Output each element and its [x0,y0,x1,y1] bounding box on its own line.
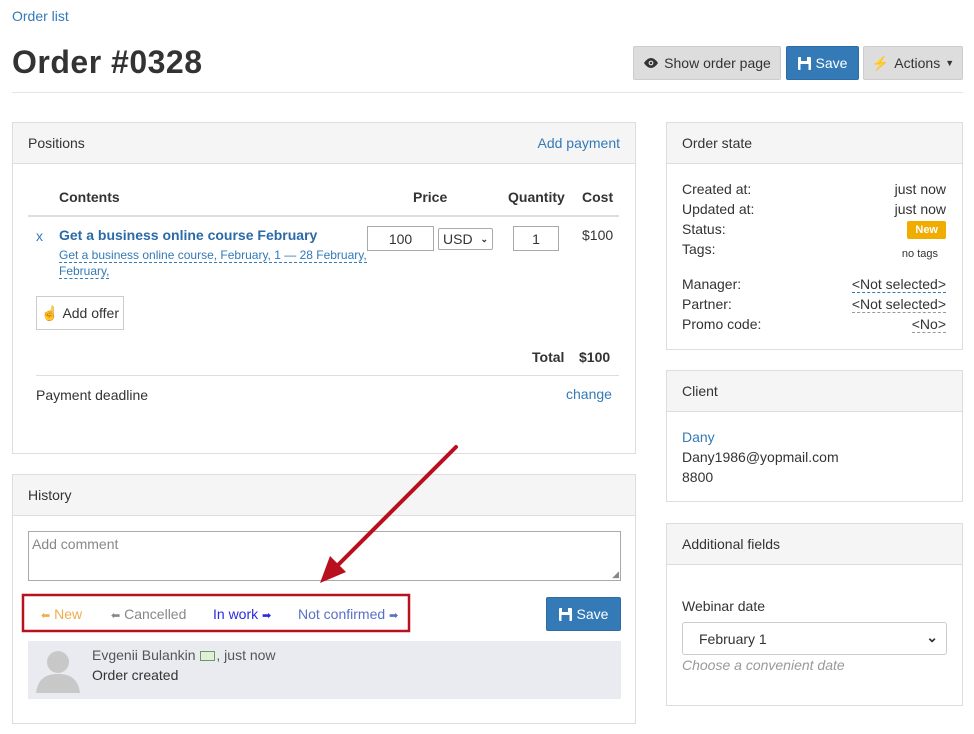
hand-pointer-icon: ☝ [41,304,59,321]
webinar-date-hint: Choose a convenient date [682,657,845,673]
change-deadline-link[interactable]: change [566,386,612,402]
arrow-left-icon: ⬅ [41,610,51,622]
item-description-line1: Get a business online course, February, … [59,248,367,263]
updated-value: just now [894,201,946,217]
status-label: Status: [682,221,726,237]
status-badge[interactable]: New [907,220,946,239]
bolt-icon: ⚡ [871,54,890,71]
payment-deadline-label: Payment deadline [36,387,149,403]
tags-label: Tags: [682,241,716,257]
history-title: History [28,487,72,503]
item-name-link[interactable]: Get a business online course February [59,227,317,243]
add-payment-link[interactable]: Add payment [538,135,621,151]
client-panel: Client Dany Dany1986@yopmail.com 8800 [666,370,963,502]
client-title: Client [682,383,718,399]
additional-fields-panel: Additional fields Webinar date February … [666,523,963,706]
updated-label: Updated at: [682,201,755,217]
partner-select-link[interactable]: <Not selected> [851,296,946,313]
add-offer-label: Add offer [62,305,119,321]
history-save-label: Save [576,606,609,622]
status-cancelled-label: Cancelled [124,606,187,622]
history-text: Order created [92,667,179,683]
client-email: Dany1986@yopmail.com [682,449,839,465]
remove-item-button[interactable]: x [36,228,43,244]
total-value: $100 [579,349,611,365]
column-cost: Cost [582,189,614,205]
item-cost: $100 [582,227,614,243]
tags-value[interactable]: no tags [902,248,938,260]
history-save-button[interactable]: Save [546,597,621,631]
promo-select-link[interactable]: <No> [911,316,946,333]
webinar-date-label: Webinar date [682,598,766,614]
table-header-divider [28,215,619,217]
history-entry: Evgenii Bulankin , just now Order create… [28,641,621,699]
show-order-page-label: Show order page [664,55,771,71]
chevron-down-icon: ⌄ [480,233,488,244]
status-badge-text: New [907,221,946,239]
webinar-date-select[interactable]: February 1 ⌄ [682,622,947,655]
show-order-page-button[interactable]: Show order page [633,46,781,80]
arrow-right-icon: ➡ [262,610,272,622]
status-not-confirmed-label: Not confirmed [298,606,386,622]
order-state-title: Order state [682,135,753,151]
money-icon [200,651,216,662]
quantity-input[interactable]: 1 [513,226,559,251]
manager-select-link[interactable]: <Not selected> [851,276,946,293]
comment-placeholder: Add comment [32,536,119,552]
chevron-down-icon: ⌄ [926,629,938,645]
history-time: , just now [216,647,276,663]
created-label: Created at: [682,181,752,197]
breadcrumb-order-list[interactable]: Order list [12,8,69,24]
order-state-panel: Order state Created at: just now Updated… [666,122,963,350]
manager-label: Manager: [682,276,742,292]
column-contents: Contents [59,189,120,205]
client-name-link[interactable]: Dany [682,429,715,445]
status-cancelled-link[interactable]: ⬅ Cancelled [111,606,186,622]
history-panel: History Add comment ◢ ⬅ New ⬅ Cancelled … [12,474,636,724]
column-quantity: Quantity [508,189,565,205]
floppy-icon [558,607,572,621]
page-title: Order #0328 [12,44,203,80]
positions-panel: Positions Add payment Contents Price Qua… [12,122,636,454]
resize-handle-icon[interactable]: ◢ [612,569,619,580]
status-in-work-label: In work [213,606,259,622]
eye-icon [644,58,659,68]
actions-label: Actions [894,55,941,71]
save-button[interactable]: Save [786,46,859,80]
created-value: just now [894,181,946,197]
total-label: Total [532,349,565,365]
currency-value: USD [443,231,473,247]
status-new-link[interactable]: ⬅ New [41,606,82,622]
save-label: Save [815,55,848,71]
history-author: Evgenii Bulankin [92,647,196,663]
price-input[interactable]: 100 [367,226,434,251]
floppy-icon [797,56,811,70]
partner-label: Partner: [682,296,732,312]
client-phone: 8800 [682,469,714,485]
caret-down-icon: ▼ [945,58,955,68]
avatar [36,651,80,693]
webinar-date-value: February 1 [699,630,767,647]
history-entry-header: Evgenii Bulankin , just now [92,647,276,663]
promo-label: Promo code: [682,316,762,332]
status-not-confirmed-link[interactable]: Not confirmed ➡ [298,606,398,622]
column-price: Price [413,189,448,205]
positions-title: Positions [28,135,85,151]
arrow-left-icon: ⬅ [111,610,121,622]
actions-dropdown[interactable]: ⚡ Actions ▼ [863,46,963,80]
total-divider [36,375,619,376]
header-divider [12,92,963,93]
status-new-label: New [54,606,83,622]
currency-select[interactable]: USD ⌄ [438,228,493,250]
add-offer-button[interactable]: ☝ Add offer [36,296,124,330]
item-description-line2: February, [59,264,110,279]
item-description[interactable]: Get a business online course, February, … [59,247,367,279]
additional-fields-title: Additional fields [682,536,781,552]
comment-textarea[interactable]: Add comment ◢ [28,531,621,581]
arrow-right-icon: ➡ [389,610,399,622]
status-in-work-link[interactable]: In work ➡ [213,606,271,622]
